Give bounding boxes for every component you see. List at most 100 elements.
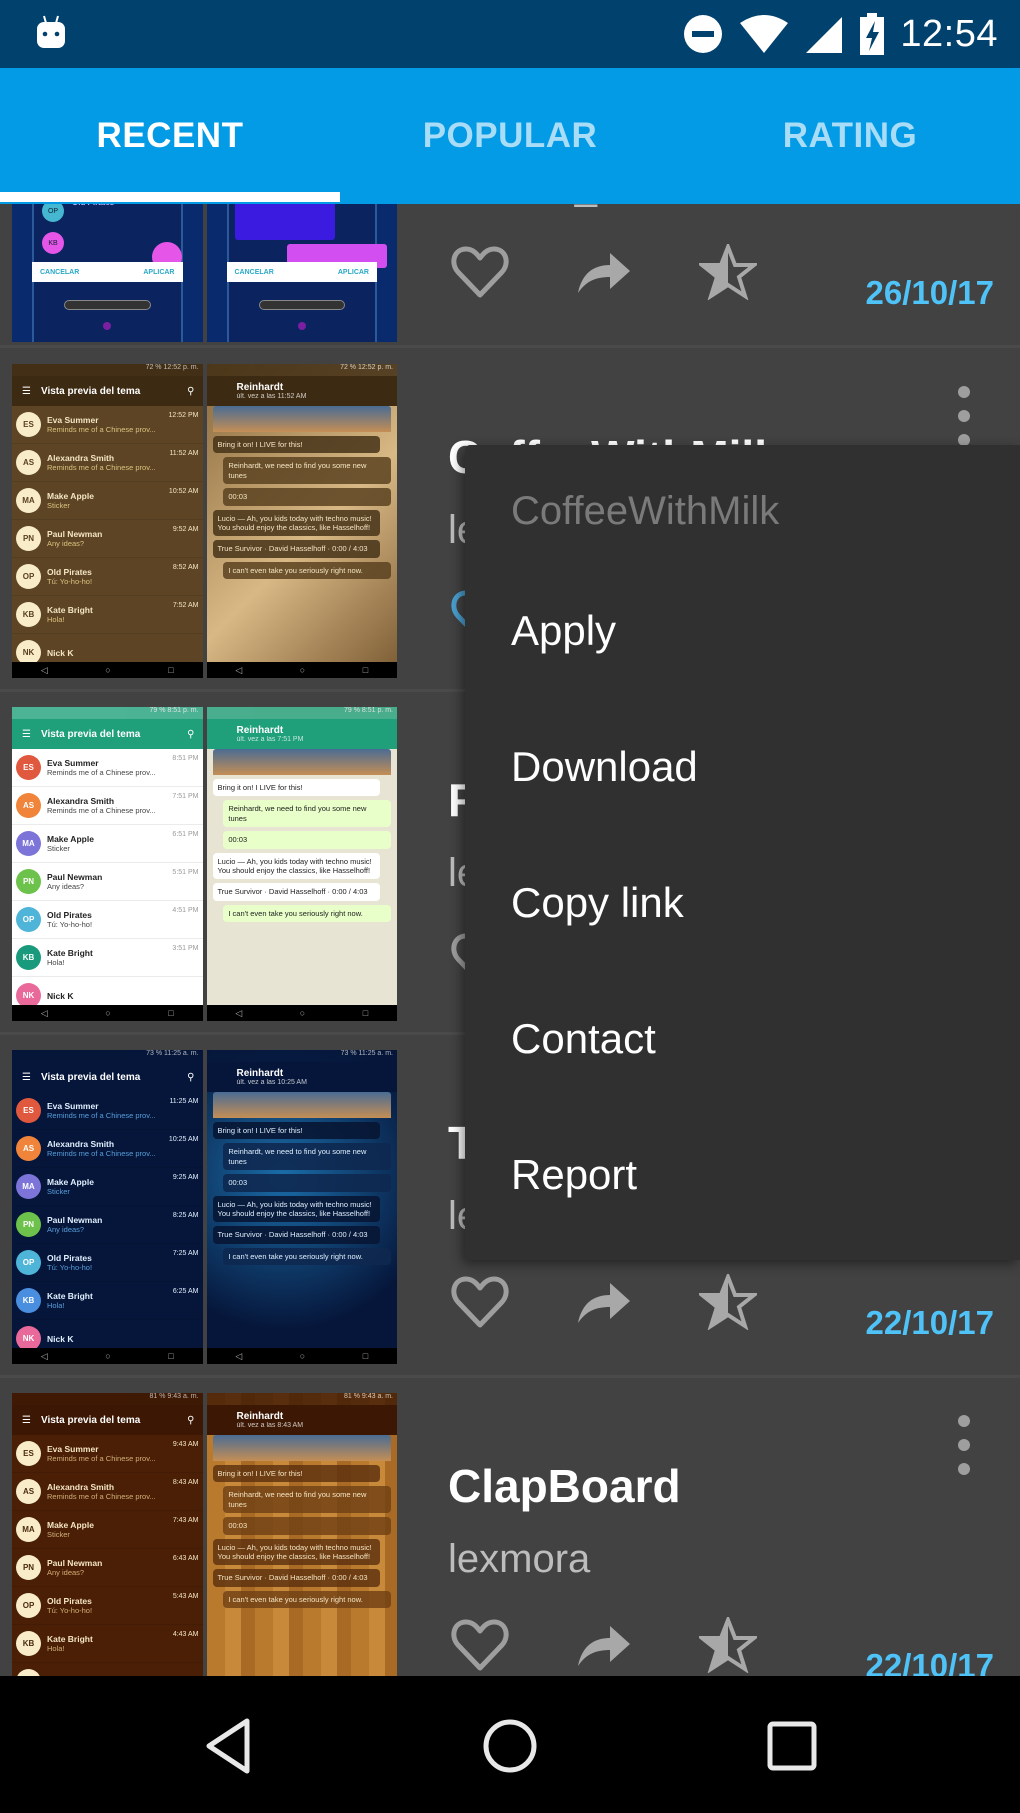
preview-status: 73 % 11:25 a. m. (12, 1050, 203, 1062)
preview-nav: ◁ ○ □ (12, 1348, 203, 1364)
menu-item-contact[interactable]: Contact (465, 971, 1020, 1107)
theme-date: 22/10/17 (865, 1304, 994, 1341)
preview-chat-row: AS Alexandra Smith Reminds me of a Chinese… (12, 1130, 203, 1168)
share-button[interactable] (572, 1272, 636, 1332)
menu-item-download[interactable]: Download (465, 699, 1020, 835)
preview-chat-row: MA Make Apple Sticker 10:52 AM (12, 482, 203, 520)
preview-chat-row: MA Make Apple Sticker 9:25 AM (12, 1168, 203, 1206)
do-not-disturb-icon (684, 15, 723, 53)
preview-chat-row: PN Paul Newman Any ideas? 5:51 PM (12, 863, 203, 901)
more-vert-icon (958, 386, 970, 398)
theme-card[interactable]: OPOld PiratesKBCANCELARAPLICARCANCELARAP… (0, 204, 1020, 348)
star-half-icon (699, 1274, 757, 1330)
rate-button[interactable] (696, 242, 760, 302)
preview-chat-list: 72 % 12:52 p. m. ☰ Vista previa del tema ⚲ E… (12, 364, 203, 678)
menu-item-report[interactable]: Report (465, 1107, 1020, 1243)
theme-preview-thumbnail[interactable]: 72 % 12:52 p. m. ☰ Vista previa del tema ⚲ E… (12, 364, 397, 678)
preview-bubble (234, 204, 335, 240)
preview-chat-list: 81 % 9:43 a. m. ☰ Vista previa del tema ⚲ ES… (12, 1393, 203, 1676)
card-actions (448, 1615, 760, 1675)
preview-chat-row: ES Eva Summer Reminds me of a Chinese prov… (12, 406, 203, 444)
preview-chat-row: PN Paul Newman Any ideas? 6:43 AM (12, 1549, 203, 1587)
rate-button[interactable] (696, 1615, 760, 1675)
more-vert-icon (958, 1415, 970, 1427)
share-button[interactable] (572, 1615, 636, 1675)
home-button[interactable] (478, 1714, 542, 1778)
rate-button[interactable] (696, 1272, 760, 1332)
preview-cancel-label: CANCELAR (234, 268, 274, 276)
navigation-bar (0, 1676, 1020, 1813)
tab-popular[interactable]: POPULAR (340, 68, 680, 204)
preview-chat-row: MA Make Apple Sticker 7:43 AM (12, 1511, 203, 1549)
preview-chat-row: OP Old Pirates Tú: Yo-ho-ho! 7:25 AM (12, 1244, 203, 1282)
preview-chat-screen: 81 % 9:43 a. m. Reinhardt últ. vez a las 8… (206, 1393, 397, 1676)
heart-icon (451, 246, 509, 298)
menu-item-apply[interactable]: Apply (465, 563, 1020, 699)
share-icon (578, 1283, 630, 1323)
share-button[interactable] (572, 242, 636, 302)
tab-rating[interactable]: RATING (680, 68, 1020, 204)
preview-toolbar: ☰ Vista previa del tema ⚲ (12, 719, 203, 749)
theme-preview-thumbnail[interactable]: 81 % 9:43 a. m. ☰ Vista previa del tema ⚲ ES… (12, 1393, 397, 1676)
tab-bar: RECENT POPULAR RATING (0, 68, 1020, 204)
status-time: 12:54 (900, 12, 998, 55)
preview-chat-row: AS Alexandra Smith Reminds me of a Chinese… (12, 444, 203, 482)
more-options-button[interactable] (952, 1415, 976, 1475)
preview-chat-row: KB Kate Bright Hola! 4:43 AM (12, 1625, 203, 1663)
preview-chat-row: ES Eva Summer Reminds me of a Chinese prov… (12, 749, 203, 787)
preview-chat-row: OP Old Pirates Tú: Yo-ho-ho! 5:43 AM (12, 1587, 203, 1625)
theme-preview-thumbnail[interactable]: OPOld PiratesKBCANCELARAPLICARCANCELARAP… (12, 204, 397, 342)
preview-chat-row: OP Old Pirates Tú: Yo-ho-ho! 4:51 PM (12, 901, 203, 939)
active-tab-indicator (0, 192, 340, 202)
preview-chat-row: AS Alexandra Smith Reminds me of a Chinese… (12, 787, 203, 825)
theme-preview-thumbnail[interactable]: 79 % 8:51 p. m. ☰ Vista previa del tema ⚲ ES… (12, 707, 397, 1021)
android-notification-icon (37, 15, 65, 48)
theme-author[interactable]: lexmora (448, 1537, 590, 1582)
preview-apply-label: APLICAR (337, 268, 369, 276)
preview-cancel-label: CANCELAR (40, 268, 80, 276)
theme-title: ClapBoard (448, 1460, 681, 1512)
preview-chat-row: KB Kate Bright Hola! 7:52 AM (12, 596, 203, 634)
theme-date: 22/10/17 (865, 1647, 994, 1676)
back-button[interactable] (196, 1714, 260, 1778)
preview-chat-screen: CANCELAR APLICAR (206, 204, 397, 342)
preview-chat-screen: 72 % 12:52 p. m. Reinhardt últ. vez a las … (206, 364, 397, 678)
recents-button[interactable] (760, 1714, 824, 1778)
preview-chat-row: KB Kate Bright Hola! 6:25 AM (12, 1282, 203, 1320)
preview-chat-row: KB Kate Bright Hola! 3:51 PM (12, 939, 203, 977)
theme-date: 26/10/17 (865, 274, 994, 311)
preview-status: 72 % 12:52 p. m. (12, 364, 203, 376)
preview-chat-row: AS Alexandra Smith Reminds me of a Chinese… (12, 1473, 203, 1511)
preview-toolbar: ☰ Vista previa del tema ⚲ (12, 1405, 203, 1435)
preview-chat-list: 73 % 11:25 a. m. ☰ Vista previa del tema ⚲ E… (12, 1050, 203, 1364)
theme-card[interactable]: 81 % 9:43 a. m. ☰ Vista previa del tema ⚲ ES… (0, 1379, 1020, 1676)
tab-recent[interactable]: RECENT (0, 68, 340, 204)
preview-toolbar: ☰ Vista previa del tema ⚲ (12, 1062, 203, 1092)
preview-toolbar: ☰ Vista previa del tema ⚲ (12, 376, 203, 406)
heart-icon (451, 1619, 509, 1671)
preview-chat-list: OPOld PiratesKBCANCELARAPLICAR (12, 204, 203, 342)
menu-item-copy-link[interactable]: Copy link (465, 835, 1020, 971)
home-icon (483, 1719, 537, 1773)
context-menu: CoffeeWithMilk Apply Download Copy link … (465, 445, 1020, 1260)
preview-nav: ◁ ○ □ (12, 1005, 203, 1021)
preview-chat-row: MA Make Apple Sticker 6:51 PM (12, 825, 203, 863)
back-icon (206, 1718, 250, 1774)
theme-author[interactable]: Kakaro_X (448, 204, 624, 209)
theme-preview-thumbnail[interactable]: 73 % 11:25 a. m. ☰ Vista previa del tema ⚲ E… (12, 1050, 397, 1364)
card-actions (448, 1272, 760, 1332)
like-button[interactable] (448, 242, 512, 302)
preview-nav: ◁ ○ □ (12, 662, 203, 678)
like-button[interactable] (448, 1615, 512, 1675)
preview-chat-screen: 79 % 8:51 p. m. Reinhardt últ. vez a las 7… (206, 707, 397, 1021)
menu-title: CoffeeWithMilk (511, 489, 780, 533)
share-icon (578, 1626, 630, 1666)
preview-chat-row: OP Old Pirates Tú: Yo-ho-ho! 8:52 AM (12, 558, 203, 596)
star-half-icon (699, 1617, 757, 1673)
card-actions (448, 242, 760, 302)
status-bar: 12:54 (0, 0, 1020, 68)
preview-status: 79 % 8:51 p. m. (12, 707, 203, 719)
like-button[interactable] (448, 1272, 512, 1332)
more-options-button[interactable] (952, 386, 976, 446)
preview-chat-row: ES Eva Summer Reminds me of a Chinese prov… (12, 1092, 203, 1130)
